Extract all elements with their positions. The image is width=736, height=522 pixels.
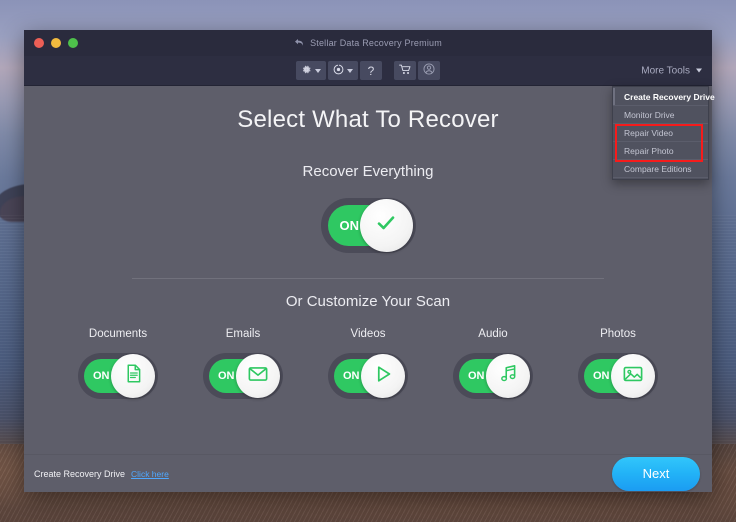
menu-item-repair-photo[interactable]: Repair Photo	[613, 142, 708, 160]
back-arrow-icon	[294, 34, 305, 52]
more-tools-label: More Tools	[641, 65, 690, 76]
menu-item-label: Monitor Drive	[624, 109, 675, 120]
window-title: Stellar Data Recovery Premium	[310, 38, 442, 48]
category-label: Photos	[600, 328, 636, 340]
menu-item-label: Repair Photo	[624, 145, 674, 156]
category-label: Videos	[350, 328, 386, 340]
menu-item-compare-editions[interactable]: Compare Editions	[613, 160, 708, 178]
more-tools-dropdown-menu[interactable]: Create Recovery Drive Monitor Drive Repa…	[612, 86, 715, 180]
category-label: Documents	[88, 328, 148, 340]
footer-recovery-drive-group: Create Recovery Drive Click here	[34, 469, 169, 479]
user-account-button[interactable]	[418, 61, 440, 80]
desktop-wallpaper: Stellar Data Recovery Premium ? More Too…	[0, 0, 736, 522]
help-button[interactable]: ?	[360, 61, 382, 80]
toolbar-button-groups: ?	[296, 61, 440, 80]
menu-item-label: Create Recovery Drive	[624, 91, 715, 102]
toggle-knob[interactable]	[236, 354, 280, 398]
recover-everything-label: Recover Everything	[302, 163, 434, 180]
videos-toggle[interactable]: ON	[328, 353, 408, 399]
gear-icon	[301, 62, 312, 80]
recover-everything-toggle[interactable]: ON	[320, 198, 416, 253]
more-tools-button[interactable]: More Tools	[641, 65, 702, 76]
toggle-state-label: ON	[93, 370, 110, 382]
window-controls[interactable]	[34, 38, 78, 48]
customize-scan-label: Or Customize Your Scan	[285, 293, 451, 310]
category-audio: Audio ON	[445, 328, 541, 399]
minimize-window-button[interactable]	[51, 38, 61, 48]
close-window-button[interactable]	[34, 38, 44, 48]
title-bar-center: Stellar Data Recovery Premium	[24, 34, 712, 52]
toolbar-group-primary: ?	[296, 61, 382, 80]
photos-toggle[interactable]: ON	[578, 353, 658, 399]
help-question-icon: ?	[367, 63, 375, 78]
next-button[interactable]: Next	[612, 456, 700, 491]
application-window: Stellar Data Recovery Premium ? More Too…	[24, 30, 715, 492]
emails-toggle[interactable]: ON	[203, 353, 283, 399]
toggle-state-label: ON	[339, 218, 360, 233]
toggle-state-label: ON	[218, 370, 235, 382]
toolbar: ? More Tools	[24, 56, 712, 86]
section-divider	[132, 278, 604, 279]
toolbar-group-account	[394, 61, 440, 80]
category-toggle-row: Documents ON Emails ON Videos ON Audio O…	[24, 328, 712, 399]
toggle-knob[interactable]	[486, 354, 530, 398]
toggle-knob[interactable]	[611, 354, 655, 398]
check-icon	[374, 211, 398, 240]
toggle-knob[interactable]	[361, 354, 405, 398]
toggle-state-label: ON	[468, 370, 485, 382]
play-triangle-icon	[372, 363, 394, 390]
toggle-state-label: ON	[343, 370, 360, 382]
settings-button[interactable]	[296, 61, 326, 80]
chevron-down-icon	[347, 68, 353, 73]
category-documents: Documents ON	[70, 328, 166, 399]
music-note-icon	[498, 363, 519, 389]
documents-toggle[interactable]: ON	[78, 353, 158, 399]
footer-recovery-drive-label: Create Recovery Drive	[34, 468, 126, 479]
maximize-window-button[interactable]	[68, 38, 78, 48]
page-title: Select What To Recover	[237, 106, 499, 133]
main-content: Select What To Recover Recover Everythin…	[24, 86, 712, 454]
category-label: Emails	[225, 328, 261, 340]
menu-item-label: Repair Video	[624, 127, 673, 138]
chevron-down-icon	[696, 68, 702, 73]
user-account-icon	[423, 62, 435, 80]
image-photo-icon	[622, 363, 644, 390]
shopping-cart-icon	[398, 62, 412, 80]
menu-item-monitor-drive[interactable]: Monitor Drive	[613, 106, 708, 124]
shopping-cart-button[interactable]	[394, 61, 416, 80]
title-bar: Stellar Data Recovery Premium	[24, 30, 712, 56]
toggle-knob[interactable]	[359, 199, 413, 252]
audio-toggle[interactable]: ON	[453, 353, 533, 399]
category-photos: Photos ON	[570, 328, 666, 399]
disc-scan-icon	[333, 62, 344, 80]
master-toggle-container: ON	[24, 198, 712, 253]
menu-item-label: Compare Editions	[624, 163, 692, 174]
category-label: Audio	[478, 328, 508, 340]
chevron-down-icon	[315, 68, 321, 73]
click-here-link[interactable]: Click here	[131, 469, 169, 479]
toggle-knob[interactable]	[111, 354, 155, 398]
footer-bar: Create Recovery Drive Click here Next	[24, 454, 712, 492]
menu-item-create-recovery-drive[interactable]: Create Recovery Drive	[613, 88, 715, 106]
document-icon	[123, 363, 144, 389]
scan-disc-button[interactable]	[328, 61, 358, 80]
category-emails: Emails ON	[195, 328, 291, 399]
envelope-icon	[247, 363, 269, 390]
category-videos: Videos ON	[320, 328, 416, 399]
menu-item-repair-video[interactable]: Repair Video	[613, 124, 708, 142]
toggle-state-label: ON	[593, 370, 610, 382]
